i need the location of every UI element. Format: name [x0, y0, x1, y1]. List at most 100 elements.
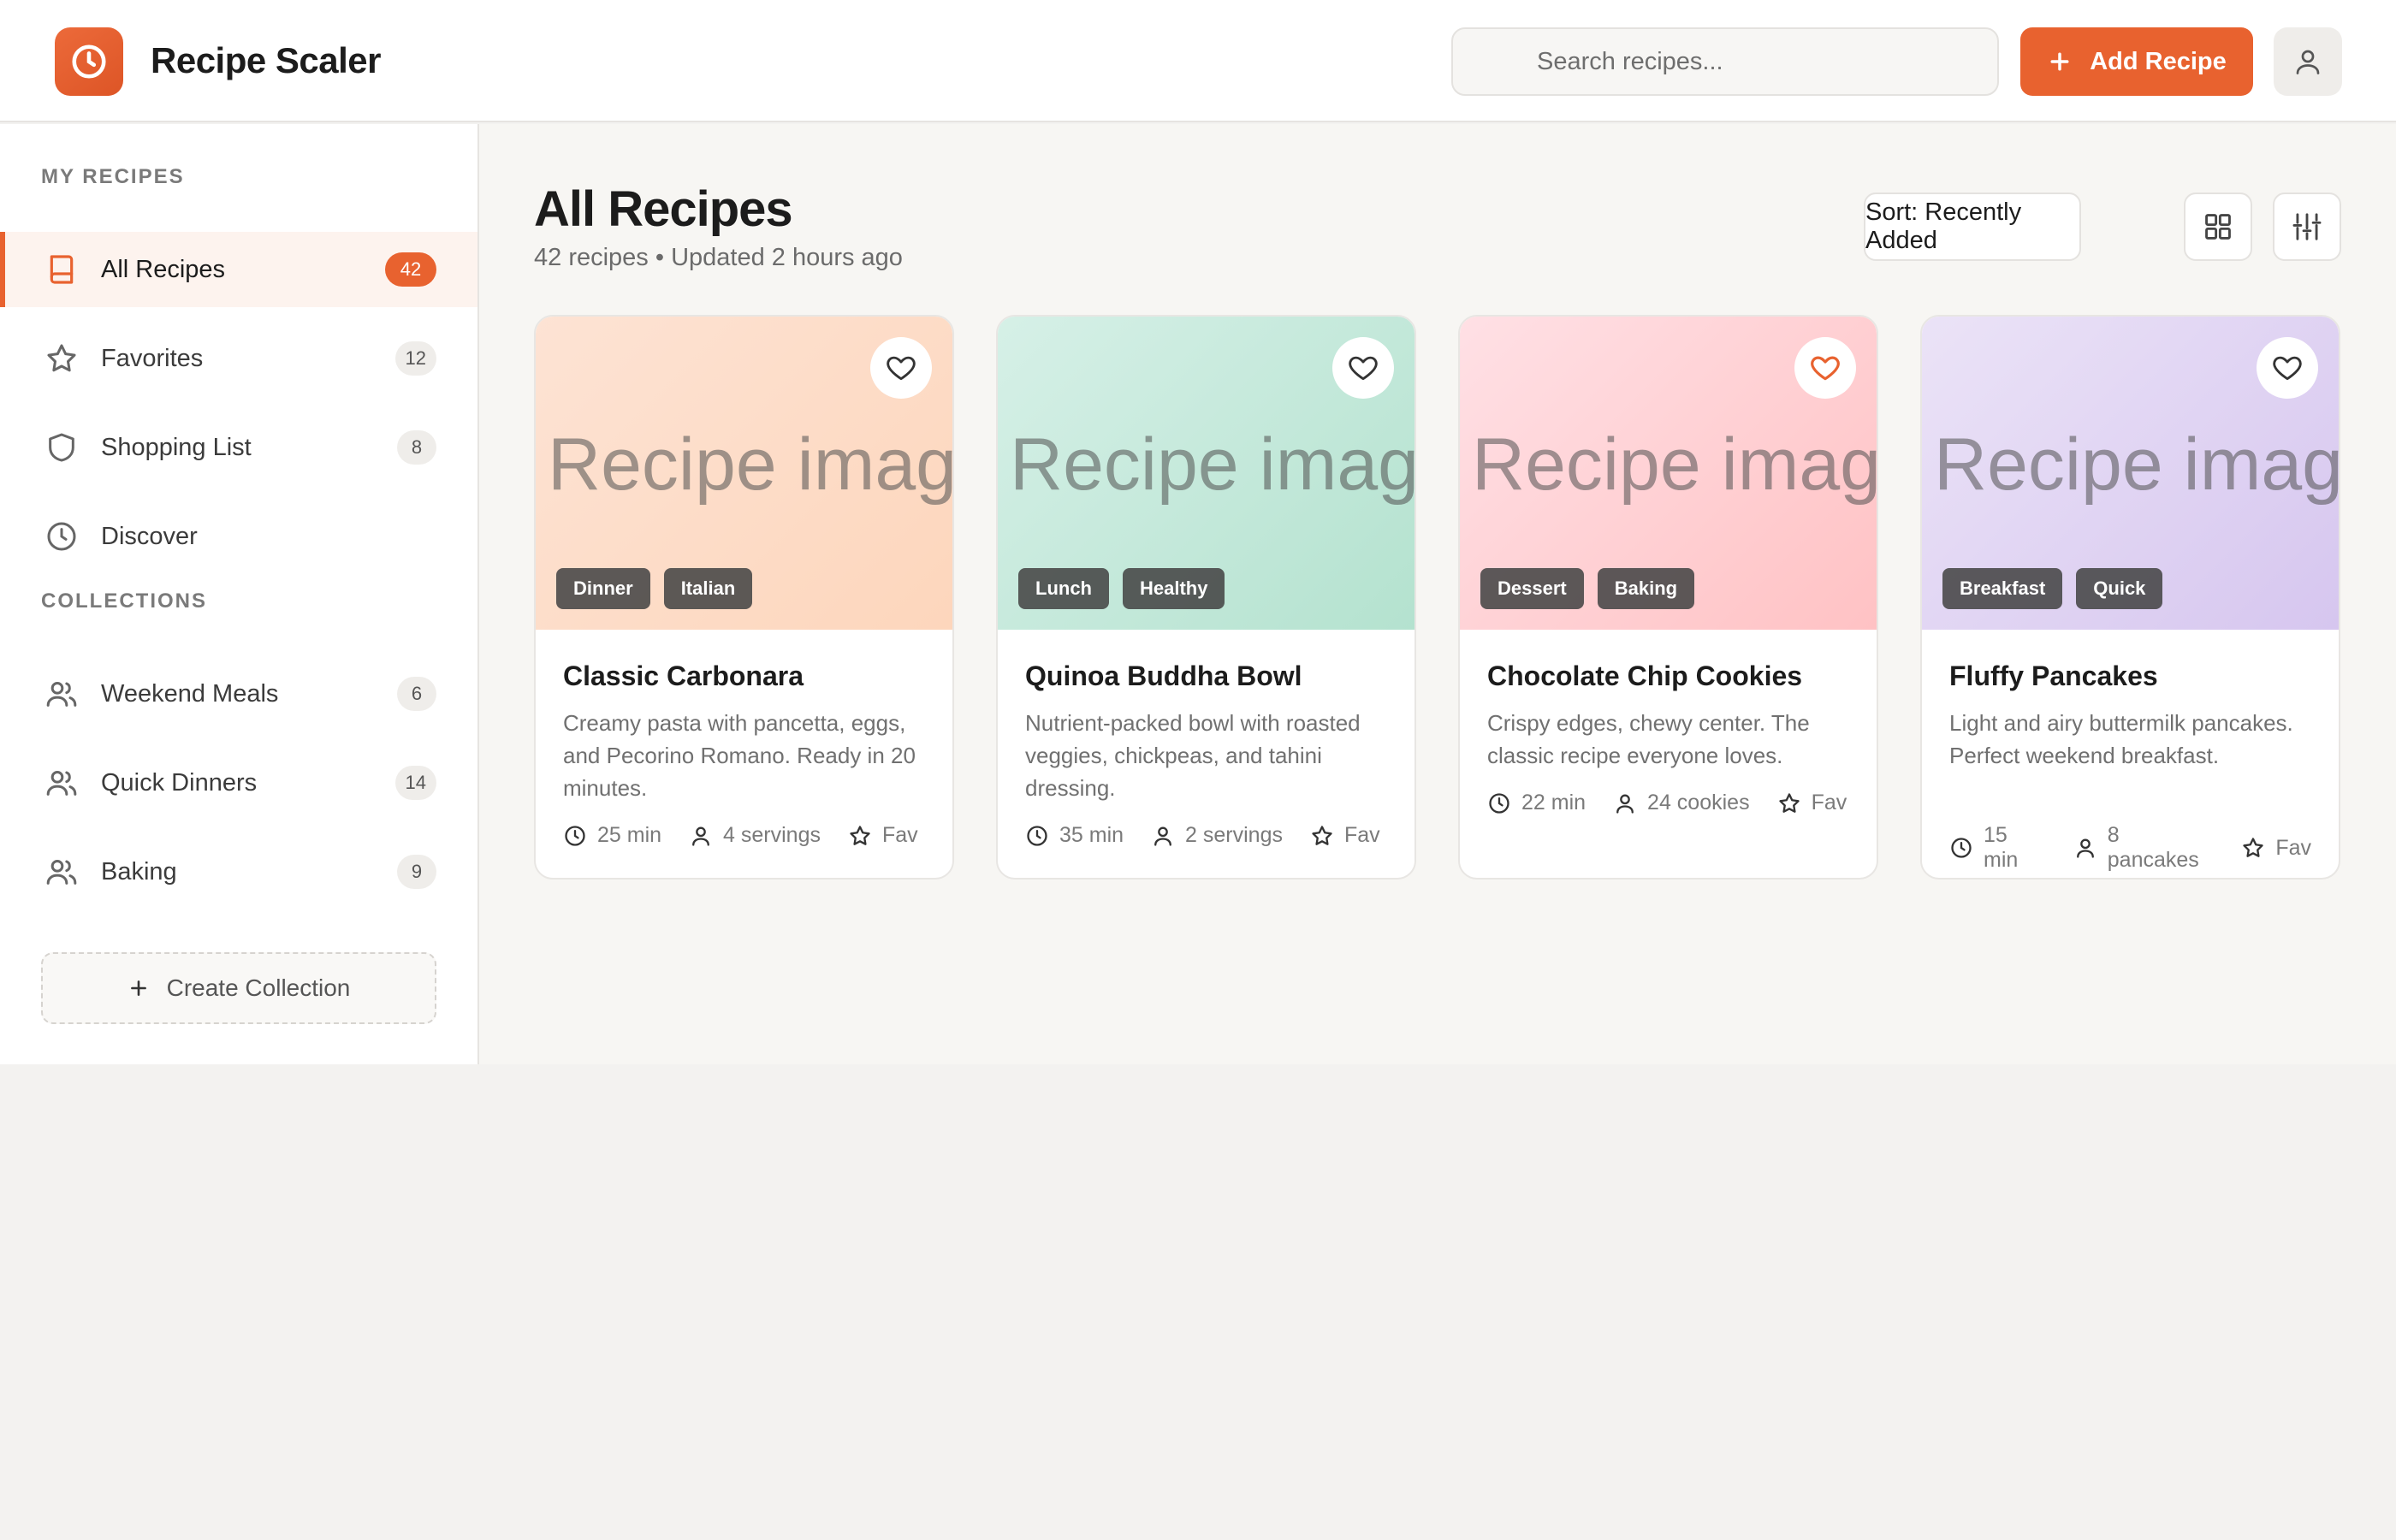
collection-item-quick-dinners[interactable]: Quick Dinners 14	[0, 745, 477, 820]
recipe-description: Light and airy buttermilk pancakes. Perf…	[1949, 710, 2293, 768]
recipe-card[interactable]: Recipe image Dinner Italian Classic Carb…	[534, 315, 954, 880]
recipe-title[interactable]: Classic Carbonara	[563, 660, 804, 692]
app-title: Recipe Scaler	[151, 40, 382, 80]
servings: 24 cookies	[1647, 791, 1750, 814]
recipe-title[interactable]: Chocolate Chip Cookies	[1487, 660, 1802, 692]
recipe-title[interactable]: Fluffy Pancakes	[1949, 660, 2158, 692]
servings: 4 servings	[723, 823, 821, 847]
favorite-toggle[interactable]	[1332, 337, 1394, 399]
recipe-description: Creamy pasta with pancetta, eggs, and Pe…	[563, 710, 916, 801]
count-badge: 6	[397, 677, 436, 711]
favorite-toggle[interactable]	[2257, 337, 2318, 399]
clock-icon	[1951, 838, 1972, 858]
page-title: All Recipes	[534, 181, 793, 237]
heart-icon	[1349, 356, 1378, 381]
sidebar-item-shopping-list[interactable]: Shopping List 8	[0, 410, 477, 485]
recipe-card[interactable]: Recipe image Breakfast Quick Fluffy Panc…	[1920, 315, 2340, 880]
empty-background	[0, 1064, 2396, 1540]
create-collection-label: Create Collection	[166, 974, 351, 1001]
collection-label: Baking	[101, 857, 177, 886]
collection-item-weekend-meals[interactable]: Weekend Meals 6	[0, 656, 477, 732]
collection-label: Weekend Meals	[101, 679, 279, 708]
tag[interactable]: Italian	[663, 568, 753, 609]
add-recipe-button[interactable]: Add Recipe	[2020, 27, 2253, 96]
recipe-card[interactable]: Recipe image Dessert Baking Chocolate Ch…	[1458, 315, 1878, 880]
cook-time: 15 min	[1984, 823, 2019, 872]
search-input[interactable]	[1537, 47, 1965, 76]
sidebar-item-discover[interactable]: Discover	[0, 499, 477, 574]
sort-dropdown[interactable]: Sort: Recently Added	[1864, 192, 2081, 261]
add-recipe-label: Add Recipe	[2090, 47, 2227, 75]
sidebar-item-label: Favorites	[101, 344, 204, 372]
page-subtitle: 42 recipes • Updated 2 hours ago	[534, 244, 903, 271]
tag[interactable]: Breakfast	[1942, 568, 2063, 609]
profile-button[interactable]	[2274, 27, 2342, 96]
star-icon	[47, 344, 76, 372]
tag-list: Lunch Healthy	[1018, 568, 1225, 609]
recipe-card[interactable]: Recipe image Lunch Healthy Quinoa Buddha…	[996, 315, 1416, 880]
image-placeholder-text: Recipe image	[548, 424, 952, 506]
count-badge: 12	[394, 341, 436, 376]
sidebar-item-all-recipes[interactable]: All Recipes 42	[0, 232, 477, 307]
recipe-title[interactable]: Quinoa Buddha Bowl	[1025, 660, 1302, 692]
tag-list: Breakfast Quick	[1942, 568, 2163, 609]
sliders-icon	[2292, 213, 2322, 240]
recipe-meta: 25 min 4 servings Fav	[563, 823, 946, 848]
recipe-image: Recipe image Lunch Healthy	[998, 317, 1414, 630]
user-icon	[1154, 826, 1171, 846]
collection-item-baking[interactable]: Baking 9	[0, 834, 477, 909]
heart-icon	[1811, 356, 1840, 381]
fav-action[interactable]: Fav	[2241, 836, 2311, 861]
tag[interactable]: Dessert	[1480, 568, 1584, 609]
fav-action[interactable]: Fav	[1310, 823, 1380, 848]
tag[interactable]: Baking	[1597, 568, 1695, 609]
recipe-meta: 35 min 2 servings Fav	[1025, 823, 1408, 848]
fav-action[interactable]: Fav	[848, 823, 918, 848]
grid-icon	[2205, 214, 2231, 240]
user-icon	[2076, 838, 2094, 858]
image-placeholder-text: Recipe image	[1934, 424, 2339, 506]
book-icon	[50, 255, 74, 284]
sidebar-item-label: Shopping List	[101, 433, 252, 461]
favorite-toggle[interactable]	[870, 337, 932, 399]
search-box[interactable]	[1451, 27, 1999, 96]
fav-label: Fav	[1344, 823, 1380, 847]
recipe-meta: 15 min 8 pancakes Fav	[1949, 823, 2339, 873]
recipe-meta: 22 min 24 cookies Fav	[1487, 791, 1874, 815]
shield-icon	[49, 433, 74, 462]
count-badge: 9	[397, 855, 436, 889]
filter-button[interactable]	[2273, 192, 2341, 261]
star-icon	[2243, 838, 2263, 857]
plus-icon	[130, 980, 146, 996]
collection-label: Quick Dinners	[101, 768, 258, 797]
collections-heading: COLLECTIONS	[41, 589, 207, 613]
tag[interactable]: Quick	[2076, 568, 2163, 609]
recipe-image: Recipe image Dinner Italian	[536, 317, 952, 630]
image-placeholder-text: Recipe image	[1010, 424, 1414, 506]
create-collection-button[interactable]: Create Collection	[41, 952, 436, 1024]
recipe-image: Recipe image Dessert Baking	[1460, 317, 1877, 630]
fav-label: Fav	[882, 823, 918, 847]
image-placeholder-text: Recipe image	[1472, 424, 1877, 506]
grid-view-button[interactable]	[2184, 192, 2252, 261]
fav-action[interactable]: Fav	[1777, 791, 1847, 815]
clock-icon	[1027, 825, 1047, 846]
sidebar: MY RECIPES All Recipes 42 Favorites 12 S…	[0, 124, 479, 1064]
cook-time: 22 min	[1521, 791, 1586, 814]
tag[interactable]: Healthy	[1123, 568, 1225, 609]
recipe-description: Nutrient-packed bowl with roasted veggie…	[1025, 710, 1361, 801]
count-badge: 8	[397, 430, 436, 465]
tag-list: Dessert Baking	[1480, 568, 1695, 609]
tag[interactable]: Lunch	[1018, 568, 1109, 609]
cook-time: 25 min	[597, 823, 662, 847]
count-badge: 42	[385, 252, 436, 287]
favorite-toggle[interactable]	[1794, 337, 1856, 399]
plus-icon	[2050, 52, 2069, 71]
clock-icon	[72, 44, 106, 79]
heart-icon	[2273, 356, 2302, 381]
user-icon	[692, 826, 709, 846]
fav-label: Fav	[1811, 791, 1847, 814]
tag[interactable]: Dinner	[556, 568, 650, 609]
sidebar-item-favorites[interactable]: Favorites 12	[0, 321, 477, 396]
clock-icon	[47, 522, 76, 551]
